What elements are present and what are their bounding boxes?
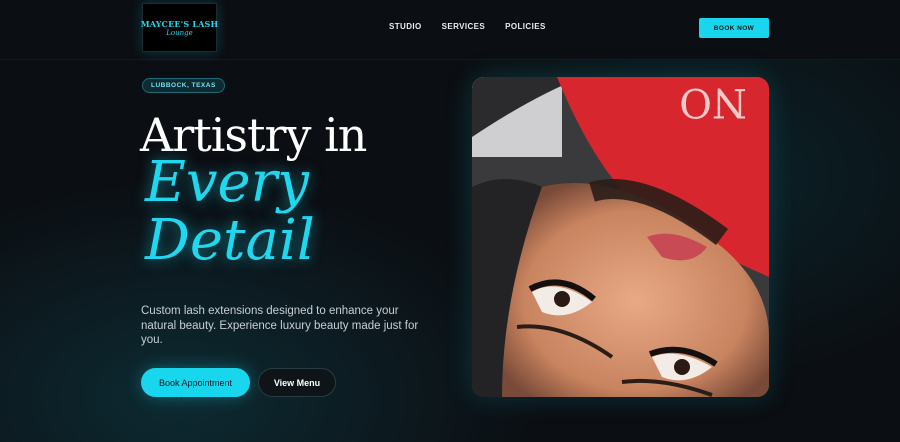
- logo-title: MAYCEE'S LASH: [140, 18, 219, 29]
- nav-link-policies[interactable]: POLICIES: [505, 22, 546, 31]
- hero-script-every: Every: [145, 150, 310, 215]
- client-lash-photo: NO: [472, 77, 769, 397]
- photo-illustration: NO: [472, 77, 769, 397]
- book-appointment-button[interactable]: Book Appointment: [141, 368, 250, 397]
- location-badge: LUBBOCK, TEXAS: [142, 78, 225, 93]
- book-now-button[interactable]: BOOK NOW: [699, 18, 769, 38]
- nav-link-services[interactable]: SERVICES: [442, 22, 486, 31]
- top-navigation: MAYCEE'S LASH Lounge STUDIO SERVICES POL…: [0, 0, 900, 60]
- nav-link-studio[interactable]: STUDIO: [389, 22, 422, 31]
- nav-links: STUDIO SERVICES POLICIES: [389, 22, 546, 31]
- brand-logo[interactable]: MAYCEE'S LASH Lounge: [140, 3, 219, 52]
- logo-subtitle: Lounge: [166, 28, 193, 37]
- hero-description: Custom lash extensions designed to enhan…: [141, 305, 419, 346]
- view-menu-button[interactable]: View Menu: [258, 368, 336, 397]
- svg-text:NO: NO: [679, 79, 747, 125]
- hero-script-detail: Detail: [145, 208, 315, 273]
